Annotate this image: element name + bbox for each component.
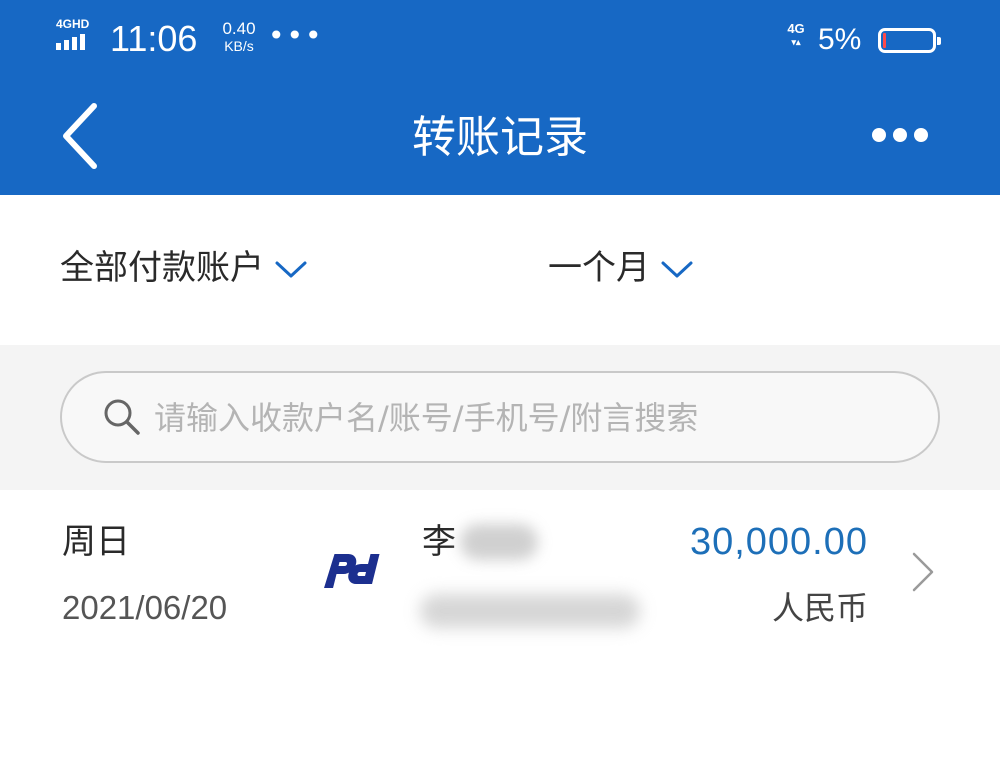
account-filter-label: 全部付款账户 — [60, 248, 264, 288]
masked-payee-name — [460, 524, 538, 560]
payee-name-initial: 李 — [422, 522, 456, 562]
network-speed-unit: KB/s — [224, 38, 254, 54]
page-title: 转账记录 — [412, 112, 588, 163]
notification-more-icon: ••• — [268, 19, 324, 52]
back-button[interactable] — [56, 100, 106, 172]
spdb-bank-logo — [324, 554, 380, 588]
account-filter-dropdown[interactable]: 全部付款账户 — [60, 243, 308, 293]
period-filter-label: 一个月 — [548, 248, 650, 288]
payee-name: 李 — [422, 518, 538, 566]
transfer-record-row[interactable]: 周日 2021/06/20 李 30,000.00 人民币 — [0, 490, 1000, 660]
filter-bar: 全部付款账户 一个月 — [0, 195, 1000, 345]
battery-icon — [878, 28, 941, 53]
search-placeholder: 请输入收款户名/账号/手机号/附言搜索 — [154, 399, 699, 437]
period-filter-dropdown[interactable]: 一个月 — [548, 243, 694, 293]
mobile-data-icon: 4G ▾▴ — [783, 22, 809, 48]
network-speed-value: 0.40 — [222, 19, 256, 38]
search-icon — [104, 399, 140, 435]
transfer-amount: 30,000.00 — [689, 521, 868, 563]
search-input[interactable]: 请输入收款户名/账号/手机号/附言搜索 — [60, 371, 940, 463]
record-weekday: 周日 — [62, 522, 130, 562]
status-time: 11:06 — [110, 18, 198, 59]
network-type-label: 4GHD — [56, 17, 90, 31]
transfer-currency: 人民币 — [771, 589, 868, 627]
mobile-data-label: 4G — [787, 21, 805, 36]
chevron-left-icon — [63, 103, 97, 169]
chevron-down-icon — [661, 261, 693, 278]
status-bar: 4GHD 11:06 0.40 KB/s ••• 4G ▾▴ 5% — [0, 0, 1000, 80]
search-section: 请输入收款户名/账号/手机号/附言搜索 — [0, 345, 1000, 490]
app-header: 4GHD 11:06 0.40 KB/s ••• 4G ▾▴ 5% 转账记录 — [0, 0, 1000, 195]
battery-level-fill — [883, 33, 886, 48]
cellular-signal-icon: 4GHD — [56, 18, 100, 54]
more-dots-icon — [872, 128, 886, 142]
more-options-button[interactable] — [862, 118, 932, 154]
network-speed: 0.40 KB/s — [214, 19, 264, 55]
chevron-right-icon — [912, 552, 934, 592]
record-date: 2021/06/20 — [62, 589, 228, 626]
masked-account-number — [420, 594, 640, 628]
battery-percent: 5% — [818, 23, 862, 56]
chevron-down-icon — [275, 261, 307, 278]
